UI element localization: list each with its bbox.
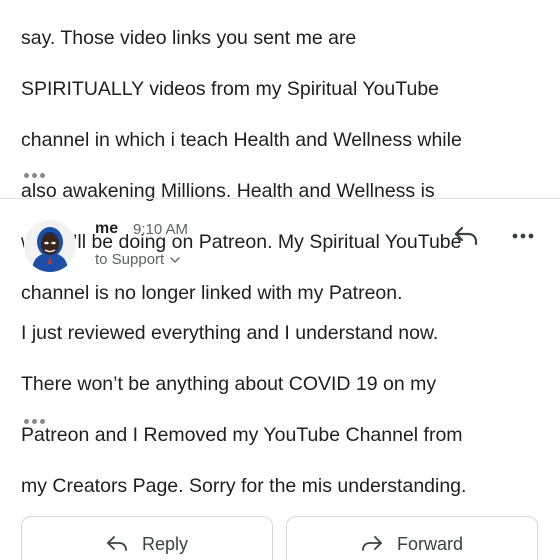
trimmed-dot [40, 418, 45, 424]
message-divider [0, 198, 560, 199]
message-line: I just reviewed everything and I underst… [21, 321, 439, 344]
previous-message-line: say. Those video links you sent me are [21, 26, 357, 49]
message-line: There won’t be anything about COVID 19 o… [21, 372, 437, 395]
forward-button[interactable]: Forward [286, 516, 538, 560]
show-trimmed-content-button[interactable] [24, 170, 48, 180]
more-options-button[interactable] [508, 226, 538, 246]
reply-button[interactable]: Reply [21, 516, 273, 560]
message-time: 9:10 AM [133, 221, 189, 238]
recipient-line: to Support [95, 251, 165, 268]
message-body: I just reviewed everything and I underst… [21, 295, 546, 525]
reply-icon-button[interactable] [450, 222, 482, 250]
previous-message-body: say. Those video links you sent me are S… [21, 0, 546, 332]
reply-arrow-icon [107, 536, 127, 551]
previous-message-line: also awakening Millions. Health and Well… [21, 179, 435, 202]
chevron-down-icon [170, 256, 180, 263]
trimmed-dot [40, 172, 45, 178]
show-trimmed-content-button[interactable] [24, 416, 48, 426]
more-vertical-dots-icon [512, 233, 534, 239]
recipient-details-toggle[interactable]: to Support [95, 251, 180, 268]
trimmed-content-dots-icon [24, 418, 29, 424]
message-line: Patreon and I Removed my YouTube Channel… [21, 423, 463, 446]
forward-label: Forward [396, 533, 463, 554]
forward-arrow-icon [362, 536, 382, 551]
avatar-image [24, 220, 76, 272]
previous-message-line: SPIRITUALLY videos from my Spiritual You… [21, 77, 440, 100]
trimmed-dot [32, 172, 37, 178]
reply-label: Reply [141, 533, 189, 554]
previous-message-line: channel in which i teach Health and Well… [21, 128, 462, 151]
avatar[interactable] [24, 220, 76, 272]
reply-arrow-icon [454, 226, 478, 246]
trimmed-dot [32, 418, 37, 424]
sender-name: me [95, 220, 119, 237]
trimmed-content-dots-icon [24, 172, 29, 178]
message-line: my Creators Page. Sorry for the mis unde… [21, 474, 467, 497]
